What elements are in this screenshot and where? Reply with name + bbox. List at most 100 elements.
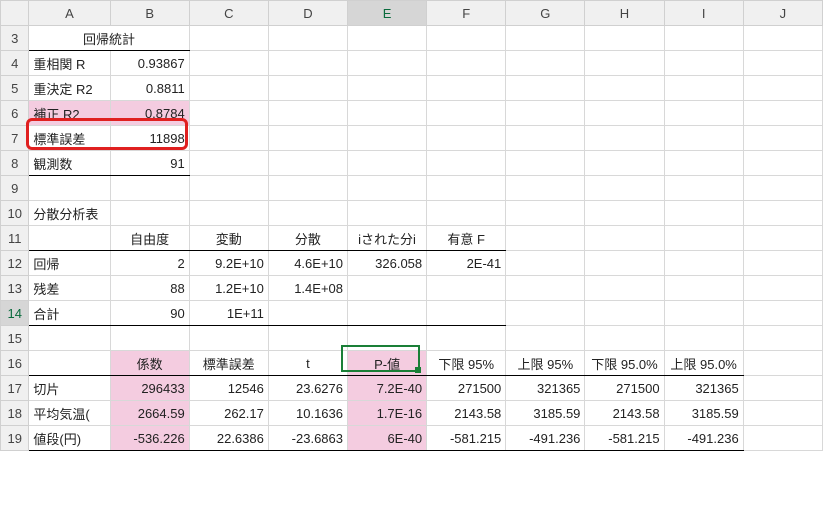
cell-G15[interactable] bbox=[506, 326, 585, 351]
cell-E18[interactable]: 1.7E-16 bbox=[348, 401, 427, 426]
cell-D5[interactable] bbox=[268, 76, 347, 101]
cell-I8[interactable] bbox=[664, 151, 743, 176]
row-header-15[interactable]: 15 bbox=[1, 326, 29, 351]
cell-E6[interactable] bbox=[348, 101, 427, 126]
cell-F18[interactable]: 2143.58 bbox=[427, 401, 506, 426]
cell-C9[interactable] bbox=[189, 176, 268, 201]
cell-E10[interactable] bbox=[348, 201, 427, 226]
cell-A14[interactable]: 合計 bbox=[29, 301, 110, 326]
cell-G8[interactable] bbox=[506, 151, 585, 176]
cell-F9[interactable] bbox=[427, 176, 506, 201]
cell-J16[interactable] bbox=[743, 351, 822, 376]
cell-D14[interactable] bbox=[268, 301, 347, 326]
cell-F11[interactable]: 有意 F bbox=[427, 226, 506, 251]
cell-D4[interactable] bbox=[268, 51, 347, 76]
cell-F6[interactable] bbox=[427, 101, 506, 126]
cell-C15[interactable] bbox=[189, 326, 268, 351]
cell-E13[interactable] bbox=[348, 276, 427, 301]
cell-F14[interactable] bbox=[427, 301, 506, 326]
cell-B8[interactable]: 91 bbox=[110, 151, 189, 176]
cell-A4[interactable]: 重相関 R bbox=[29, 51, 110, 76]
cell-H16[interactable]: 下限 95.0% bbox=[585, 351, 664, 376]
cell-B12[interactable]: 2 bbox=[110, 251, 189, 276]
cell-E16[interactable]: P-値 bbox=[348, 351, 427, 376]
row-header-13[interactable]: 13 bbox=[1, 276, 29, 301]
cell-C10[interactable] bbox=[189, 201, 268, 226]
cell-I19[interactable]: -491.236 bbox=[664, 426, 743, 451]
cell-A7[interactable]: 標準誤差 bbox=[29, 126, 110, 151]
cell-J10[interactable] bbox=[743, 201, 822, 226]
col-header-C[interactable]: C bbox=[189, 1, 268, 26]
row-header-5[interactable]: 5 bbox=[1, 76, 29, 101]
cell-H18[interactable]: 2143.58 bbox=[585, 401, 664, 426]
row-header-18[interactable]: 18 bbox=[1, 401, 29, 426]
row-header-16[interactable]: 16 bbox=[1, 351, 29, 376]
cell-F4[interactable] bbox=[427, 51, 506, 76]
cell-J8[interactable] bbox=[743, 151, 822, 176]
cell-C8[interactable] bbox=[189, 151, 268, 176]
cell-I4[interactable] bbox=[664, 51, 743, 76]
cell-E12[interactable]: 326.058 bbox=[348, 251, 427, 276]
cell-B11[interactable]: 自由度 bbox=[110, 226, 189, 251]
cell-C7[interactable] bbox=[189, 126, 268, 151]
cell-E9[interactable] bbox=[348, 176, 427, 201]
cell-F12[interactable]: 2E-41 bbox=[427, 251, 506, 276]
cell-F15[interactable] bbox=[427, 326, 506, 351]
cell-F17[interactable]: 271500 bbox=[427, 376, 506, 401]
col-header-H[interactable]: H bbox=[585, 1, 664, 26]
row-header-14[interactable]: 14 bbox=[1, 301, 29, 326]
cell-H5[interactable] bbox=[585, 76, 664, 101]
row-header-8[interactable]: 8 bbox=[1, 151, 29, 176]
cell-D6[interactable] bbox=[268, 101, 347, 126]
cell-J19[interactable] bbox=[743, 426, 822, 451]
col-header-G[interactable]: G bbox=[506, 1, 585, 26]
cell-H8[interactable] bbox=[585, 151, 664, 176]
cell-B9[interactable] bbox=[110, 176, 189, 201]
cell-I17[interactable]: 321365 bbox=[664, 376, 743, 401]
cell-G18[interactable]: 3185.59 bbox=[506, 401, 585, 426]
cell-J17[interactable] bbox=[743, 376, 822, 401]
cell-I16[interactable]: 上限 95.0% bbox=[664, 351, 743, 376]
cell-I3[interactable] bbox=[664, 26, 743, 51]
col-header-F[interactable]: F bbox=[427, 1, 506, 26]
cell-E5[interactable] bbox=[348, 76, 427, 101]
cell-G7[interactable] bbox=[506, 126, 585, 151]
cell-G12[interactable] bbox=[506, 251, 585, 276]
row-header-11[interactable]: 11 bbox=[1, 226, 29, 251]
cell-B13[interactable]: 88 bbox=[110, 276, 189, 301]
col-header-B[interactable]: B bbox=[110, 1, 189, 26]
cell-H6[interactable] bbox=[585, 101, 664, 126]
cell-H13[interactable] bbox=[585, 276, 664, 301]
cell-C5[interactable] bbox=[189, 76, 268, 101]
cell-H7[interactable] bbox=[585, 126, 664, 151]
cell-C19[interactable]: 22.6386 bbox=[189, 426, 268, 451]
cell-F7[interactable] bbox=[427, 126, 506, 151]
row-header-19[interactable]: 19 bbox=[1, 426, 29, 451]
cell-C12[interactable]: 9.2E+10 bbox=[189, 251, 268, 276]
cell-F16[interactable]: 下限 95% bbox=[427, 351, 506, 376]
cell-E7[interactable] bbox=[348, 126, 427, 151]
cell-A8[interactable]: 観測数 bbox=[29, 151, 110, 176]
cell-H11[interactable] bbox=[585, 226, 664, 251]
col-header-I[interactable]: I bbox=[664, 1, 743, 26]
row-header-7[interactable]: 7 bbox=[1, 126, 29, 151]
cell-J13[interactable] bbox=[743, 276, 822, 301]
cell-B10[interactable] bbox=[110, 201, 189, 226]
cell-E3[interactable] bbox=[348, 26, 427, 51]
cell-B18[interactable]: 2664.59 bbox=[110, 401, 189, 426]
cell-J18[interactable] bbox=[743, 401, 822, 426]
cell-H14[interactable] bbox=[585, 301, 664, 326]
row-header-4[interactable]: 4 bbox=[1, 51, 29, 76]
cell-B5[interactable]: 0.8811 bbox=[110, 76, 189, 101]
cell-C6[interactable] bbox=[189, 101, 268, 126]
cell-I9[interactable] bbox=[664, 176, 743, 201]
cell-C17[interactable]: 12546 bbox=[189, 376, 268, 401]
col-header-J[interactable]: J bbox=[743, 1, 822, 26]
cell-A3[interactable]: 回帰統計 bbox=[29, 26, 189, 51]
cell-D12[interactable]: 4.6E+10 bbox=[268, 251, 347, 276]
cell-B16[interactable]: 係数 bbox=[110, 351, 189, 376]
cell-I18[interactable]: 3185.59 bbox=[664, 401, 743, 426]
cell-F3[interactable] bbox=[427, 26, 506, 51]
cell-B17[interactable]: 296433 bbox=[110, 376, 189, 401]
cell-E11[interactable]: iされた分i bbox=[348, 226, 427, 251]
